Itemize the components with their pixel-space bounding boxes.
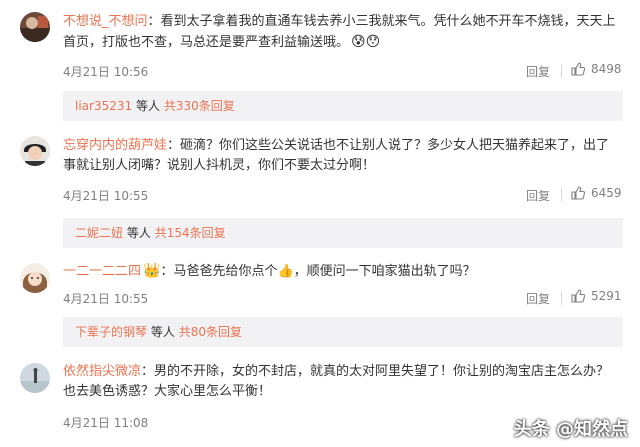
like-button[interactable]: 5291 — [571, 289, 622, 303]
view-replies-link[interactable]: 共154条回复 — [155, 226, 226, 240]
comment-text: 忘穿内内的葫芦娃：砸滴？你们这些公关说话也不让别人说了？多少女人把天猫养起来了，… — [63, 138, 610, 173]
more-replies-box[interactable]: 下辈子的钢琴 等人 共80条回复 — [63, 317, 623, 347]
comment-date: 4月21日 10:56 — [63, 65, 149, 79]
comment-date: 4月21日 10:55 — [63, 292, 149, 306]
reply-user-link[interactable]: 二妮二妞 — [75, 226, 123, 240]
more-replies-box[interactable]: 二妮二妞 等人 共154条回复 — [63, 218, 623, 248]
like-count: 6459 — [591, 186, 622, 200]
reply-user-link[interactable]: 下辈子的钢琴 — [75, 325, 147, 339]
comment-username[interactable]: 不想说_不想问 — [63, 14, 148, 29]
comment-text: 不想说_不想问：看到太子拿着我的直通车钱去养小三我就来气。凭什么她不开车不烧钱，… — [63, 14, 616, 50]
avatar[interactable] — [20, 136, 50, 166]
avatar[interactable] — [20, 363, 50, 393]
more-replies-box[interactable]: liar35231 等人 共330条回复 — [63, 91, 623, 121]
vip-badge-icon: 👑 — [143, 263, 161, 279]
reply-button[interactable]: 回复 — [526, 290, 550, 307]
divider — [561, 291, 562, 305]
comment-username[interactable]: 一二一二二四 — [63, 264, 141, 279]
like-button[interactable]: 6459 — [571, 186, 622, 200]
watermark: 头条 @知然点 — [513, 419, 628, 440]
like-button[interactable]: 8498 — [571, 62, 622, 76]
comment-body: 男的不开除，女的不封店，就真的太对阿里失望了！你让别的淘宝店主怎么办？也去美色诱… — [63, 364, 610, 399]
emoji: 😰😯 — [351, 34, 381, 50]
comment-text: 依然指尖微凉：男的不开除，女的不封店，就真的太对阿里失望了！你让别的淘宝店主怎么… — [63, 364, 610, 399]
reply-user-link[interactable]: liar35231 — [75, 99, 132, 113]
like-count: 5291 — [591, 289, 622, 303]
divider — [561, 188, 562, 202]
view-replies-link[interactable]: 共330条回复 — [164, 99, 235, 113]
thumbs-up-icon — [571, 289, 585, 303]
thumbs-up-icon — [571, 62, 585, 76]
comment-text: 一二一二二四 👑：马爸爸先给你点个👍，顺便问一下咱家猫出轨了吗？ — [63, 263, 476, 279]
like-count: 8498 — [591, 62, 622, 76]
reply-button[interactable]: 回复 — [526, 63, 550, 80]
thumbs-up-icon — [571, 186, 585, 200]
comment-username[interactable]: 依然指尖微凉 — [63, 364, 141, 379]
comment-date: 4月21日 11:08 — [63, 416, 149, 430]
avatar[interactable] — [20, 12, 50, 42]
avatar[interactable] — [20, 263, 50, 293]
comment-username[interactable]: 忘穿内内的葫芦娃 — [63, 138, 167, 153]
comment-date: 4月21日 10:55 — [63, 189, 149, 203]
divider — [561, 64, 562, 78]
reply-button[interactable]: 回复 — [526, 187, 550, 204]
view-replies-link[interactable]: 共80条回复 — [179, 325, 242, 339]
comment-body: 马爸爸先给你点个👍，顺便问一下咱家猫出轨了吗？ — [173, 264, 476, 279]
